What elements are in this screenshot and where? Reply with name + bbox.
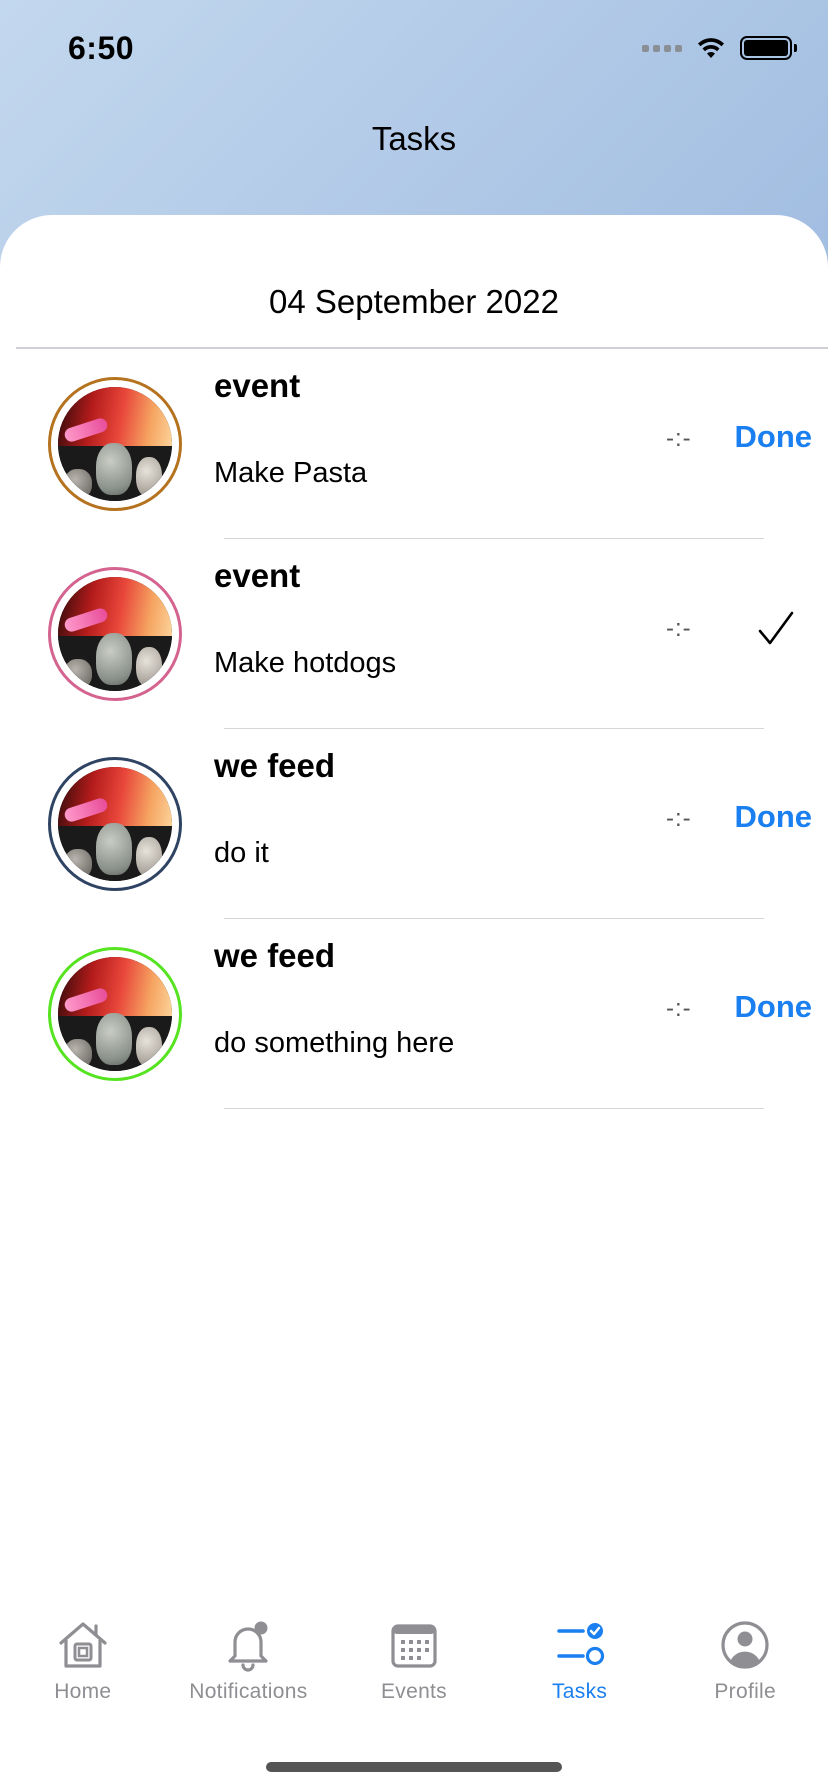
avatar-ring	[48, 757, 182, 891]
avatar	[58, 767, 172, 881]
avatar-ring	[48, 567, 182, 701]
home-icon	[59, 1622, 107, 1668]
done-button[interactable]: Done	[735, 419, 813, 455]
calendar-icon	[391, 1624, 437, 1668]
task-title: we feed	[214, 747, 336, 784]
task-time: -:-	[666, 805, 692, 832]
task-row[interactable]: event Make Pasta -:- Done	[0, 349, 828, 539]
tab-bar: Home Notifications Events Tasks Profile	[0, 1618, 828, 1728]
avatar	[58, 957, 172, 1071]
tasks-card: 04 September 2022 event Make Pasta -:- D…	[0, 215, 828, 1792]
status-time: 6:50	[68, 30, 135, 66]
task-description: do something here	[214, 1027, 455, 1059]
checkmark-icon[interactable]	[756, 609, 796, 649]
tab-label: Profile	[714, 1680, 776, 1703]
task-title: event	[214, 367, 301, 404]
task-description: Make hotdogs	[214, 647, 397, 679]
page-title: Tasks	[371, 120, 457, 157]
task-time: -:-	[666, 995, 692, 1022]
avatar	[58, 577, 172, 691]
profile-icon	[721, 1621, 769, 1669]
task-description: do it	[214, 837, 269, 869]
date-header: 04 September 2022	[269, 283, 559, 320]
task-time: -:-	[666, 425, 692, 452]
avatar-ring	[48, 377, 182, 511]
divider	[224, 1107, 764, 1109]
task-title: event	[214, 557, 301, 594]
task-list: event Make Pasta -:- Done event Make hot…	[0, 349, 828, 1109]
task-row[interactable]: event Make hotdogs -:-	[0, 539, 828, 729]
tab-home[interactable]: Home	[0, 1618, 166, 1728]
tab-label: Tasks	[551, 1680, 608, 1703]
tab-events[interactable]: Events	[331, 1618, 497, 1728]
tab-tasks[interactable]: Tasks	[497, 1618, 663, 1728]
task-time: -:-	[666, 615, 692, 642]
tab-notifications[interactable]: Notifications	[166, 1618, 332, 1728]
battery-icon	[740, 36, 797, 60]
tab-label: Events	[380, 1680, 447, 1703]
tab-profile[interactable]: Profile	[662, 1618, 828, 1728]
tab-label: Home	[54, 1680, 112, 1703]
cellular-signal-icon	[642, 44, 682, 52]
wifi-icon	[698, 38, 724, 58]
task-title: we feed	[214, 937, 336, 974]
task-row[interactable]: we feed do it -:- Done	[0, 729, 828, 919]
avatar-ring	[48, 947, 182, 1081]
tasks-icon	[556, 1623, 604, 1666]
status-bar: 6:50	[0, 0, 828, 100]
task-row[interactable]: we feed do something here -:- Done	[0, 919, 828, 1109]
done-button[interactable]: Done	[735, 799, 813, 835]
tab-label: Notifications	[189, 1680, 308, 1703]
status-icons	[642, 36, 797, 60]
bell-icon	[228, 1621, 268, 1672]
home-indicator	[266, 1762, 562, 1772]
done-button[interactable]: Done	[735, 989, 813, 1025]
avatar	[58, 387, 172, 501]
task-description: Make Pasta	[214, 457, 368, 489]
